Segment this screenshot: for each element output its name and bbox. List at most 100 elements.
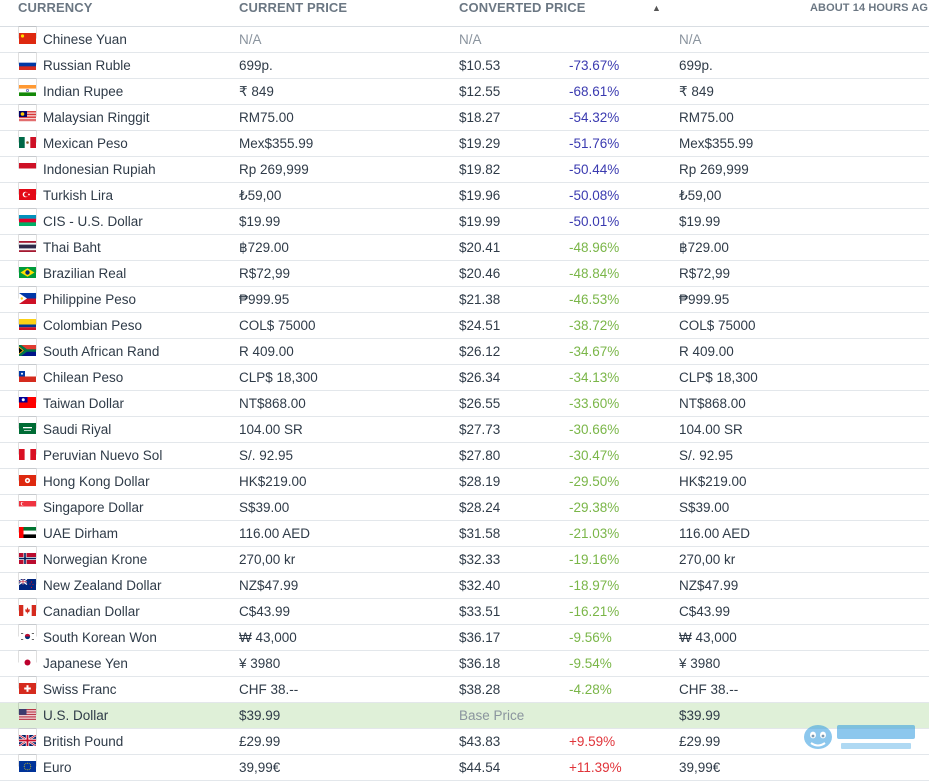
current-price: ฿729.00 — [239, 240, 289, 255]
last-price: NT$868.00 — [679, 396, 746, 411]
currency-name: British Pound — [43, 734, 124, 749]
converted-price: $10.53 — [459, 58, 501, 73]
sort-ascending-icon[interactable]: ▲ — [652, 0, 661, 16]
price-difference-percent: -29.38% — [569, 500, 620, 515]
price-comparison-table: CURRENCY CURRENT PRICE CONVERTED PRICE ▲… — [0, 0, 929, 781]
flag-sa-icon — [19, 417, 36, 434]
price-difference-percent: -46.53% — [569, 292, 620, 307]
last-price: Mex$355.99 — [679, 136, 754, 151]
current-price: ₹ 849 — [239, 84, 274, 99]
table-row: CIS - U.S. Dollar $19.99 $19.99 -50.01% $19.… — [0, 209, 929, 235]
currency-name: Hong Kong Dollar — [43, 474, 150, 489]
flag-tw-icon — [19, 391, 36, 408]
last-price: CHF 38.-- — [679, 682, 739, 697]
currency-name: Malaysian Ringgit — [43, 110, 150, 125]
current-price: 39,99€ — [239, 760, 281, 775]
flag-za-icon — [18, 339, 36, 358]
last-price: NZ$47.99 — [679, 578, 739, 593]
flag-no-icon — [19, 547, 36, 564]
price-difference-percent: -51.76% — [569, 136, 620, 151]
converted-price: $19.96 — [459, 188, 501, 203]
converted-price: $32.33 — [459, 552, 501, 567]
current-price: RM75.00 — [239, 110, 294, 125]
table-row: Thai Baht ฿729.00 $20.41 -48.96% ฿729.00 — [0, 235, 929, 261]
last-price: 104.00 SR — [679, 422, 743, 437]
price-difference-percent: -21.03% — [569, 526, 620, 541]
current-price: 270,00 kr — [239, 552, 296, 567]
converted-price: $32.40 — [459, 578, 501, 593]
table-row: Hong Kong Dollar HK$219.00 $28.19 -29.50% HK… — [0, 469, 929, 495]
table-body: Chinese Yuan N/A N/A N/A Russian Ruble 699р. $… — [0, 27, 929, 781]
currency-name: Japanese Yen — [43, 656, 128, 671]
table-row: Norwegian Krone 270,00 kr $32.33 -19.16% 270… — [0, 547, 929, 573]
flag-sg-icon — [19, 495, 36, 512]
current-price: S$39.00 — [239, 500, 290, 515]
currency-name: Brazilian Real — [43, 266, 127, 281]
flag-jp-icon — [19, 651, 36, 668]
price-difference-percent: +11.39% — [569, 760, 622, 775]
table-row: Mexican Peso Mex$355.99 $19.29 -51.76% Mex$3… — [0, 131, 929, 157]
currency-name: Singapore Dollar — [43, 500, 144, 515]
table-row: New Zealand Dollar NZ$47.99 $32.40 -18.97% N… — [0, 573, 929, 599]
converted-price: $28.24 — [459, 500, 501, 515]
flag-az-icon — [19, 209, 36, 227]
current-price: ₺59,00 — [239, 188, 282, 203]
last-price: £29.99 — [679, 734, 721, 749]
currency-name: Indonesian Rupiah — [43, 162, 156, 177]
last-price: N/A — [679, 32, 702, 47]
converted-price: $26.55 — [459, 396, 501, 411]
last-price: HK$219.00 — [679, 474, 747, 489]
price-difference-percent: -18.97% — [569, 578, 620, 593]
converted-price: $21.38 — [459, 292, 501, 307]
flag-mx-icon — [19, 131, 36, 148]
converted-price: $44.54 — [459, 760, 501, 775]
column-header-currency[interactable]: CURRENCY — [18, 0, 92, 16]
converted-price: $38.28 — [459, 682, 501, 697]
current-price: R$72,99 — [239, 266, 291, 281]
table-row: Colombian Peso COL$ 75000 $24.51 -38.72% COL… — [0, 313, 929, 339]
column-header-converted-price[interactable]: CONVERTED PRICE — [459, 0, 585, 16]
last-price: ₩ 43,000 — [679, 630, 737, 645]
converted-price: N/A — [459, 32, 482, 47]
current-price: CHF 38.-- — [239, 682, 299, 697]
flag-hk-icon — [19, 469, 36, 486]
last-price: RM75.00 — [679, 110, 734, 125]
last-price: COL$ 75000 — [679, 318, 756, 333]
currency-name: Philippine Peso — [43, 292, 137, 307]
converted-price: $18.27 — [459, 110, 501, 125]
price-difference-percent: -34.13% — [569, 370, 620, 385]
price-difference-percent: -16.21% — [569, 604, 620, 619]
flag-tr-icon — [19, 183, 36, 200]
currency-name: South African Rand — [43, 344, 160, 359]
currency-name: Peruvian Nuevo Sol — [43, 448, 163, 463]
current-price: R 409.00 — [239, 344, 294, 359]
current-price: 699р. — [239, 58, 273, 73]
currency-name: Thai Baht — [43, 240, 101, 255]
last-price: 116.00 AED — [679, 526, 751, 541]
current-price: COL$ 75000 — [239, 318, 316, 333]
last-price: ₹ 849 — [679, 84, 714, 99]
table-row: Turkish Lira ₺59,00 $19.96 -50.08% ₺59,00 — [0, 183, 929, 209]
last-price: ¥ 3980 — [679, 656, 721, 671]
last-price: S/. 92.95 — [679, 448, 734, 463]
current-price: 104.00 SR — [239, 422, 303, 437]
table-row: Saudi Riyal 104.00 SR $27.73 -30.66% 104.00 … — [0, 417, 929, 443]
current-price: £29.99 — [239, 734, 281, 749]
table-row: Philippine Peso ₱999.95 $21.38 -46.53% ₱999.… — [0, 287, 929, 313]
price-difference-percent: -50.01% — [569, 214, 620, 229]
column-header-current-price[interactable]: CURRENT PRICE — [239, 0, 347, 16]
price-difference-percent: -19.16% — [569, 552, 620, 567]
current-price: C$43.99 — [239, 604, 291, 619]
currency-name: Russian Ruble — [43, 58, 131, 73]
flag-br-icon — [19, 261, 36, 278]
currency-name: Chinese Yuan — [43, 32, 127, 47]
currency-name: Mexican Peso — [43, 136, 128, 151]
flag-gb-icon — [18, 729, 37, 747]
column-header-last-updated[interactable]: ABOUT 14 HOURS AG — [810, 0, 928, 16]
table-row: Taiwan Dollar NT$868.00 $26.55 -33.60% NT$86… — [0, 391, 929, 417]
current-price: $39.99 — [239, 708, 281, 723]
flag-th-icon — [19, 235, 36, 252]
table-row: Chilean Peso CLP$ 18,300 $26.34 -34.13% CLP$… — [0, 365, 929, 391]
currency-name: Turkish Lira — [43, 188, 114, 203]
table-row: Indonesian Rupiah Rp 269,999 $19.82 -50.44%… — [0, 157, 929, 183]
